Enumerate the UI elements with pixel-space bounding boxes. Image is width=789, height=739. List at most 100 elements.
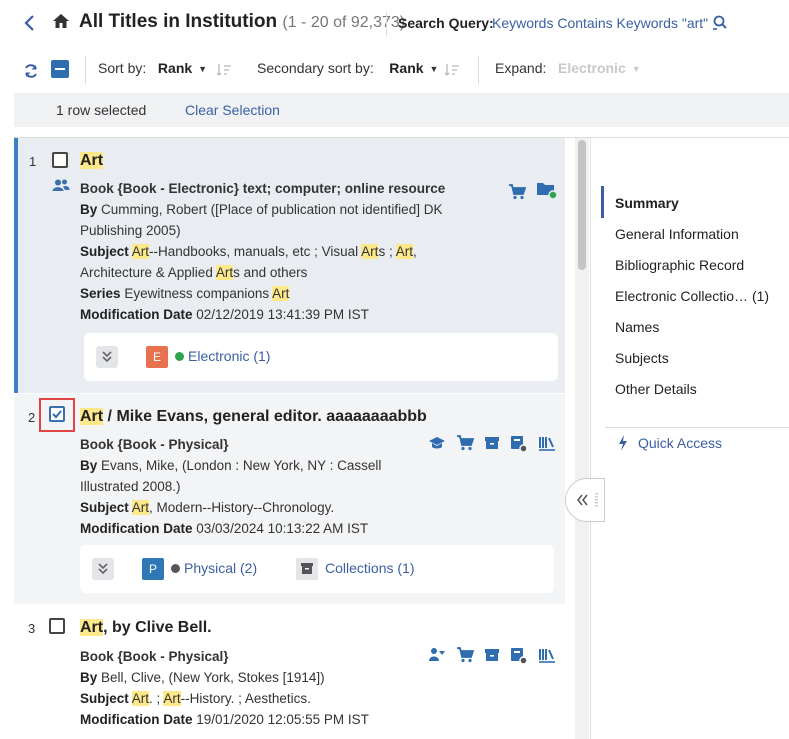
expand-label: Expand: — [495, 60, 547, 76]
modification-label: Modification Date — [80, 521, 193, 536]
expand[interactable]: Expand: Electronic ▼ — [495, 60, 641, 84]
result-subject: Subject Art--Handbooks, manuals, etc ; V… — [80, 244, 417, 259]
chevron-down-icon: ▼ — [429, 64, 439, 74]
modification-value: 19/01/2020 12:05:55 PM IST — [196, 712, 369, 727]
divider — [605, 427, 789, 428]
folder-available-icon[interactable] — [536, 180, 558, 200]
deselect-all-checkbox[interactable] — [51, 60, 69, 78]
modification-label: Modification Date — [80, 307, 193, 322]
subject-label: Subject — [80, 244, 129, 259]
graduation-cap-icon[interactable] — [428, 435, 446, 451]
results-scrollbar[interactable] — [575, 138, 589, 739]
row-checkbox[interactable] — [49, 406, 65, 422]
result-number: 1 — [29, 154, 37, 169]
result-title[interactable]: Art — [80, 152, 104, 170]
result-type: Book {Book - Physical} — [80, 437, 229, 452]
search-query-label: Search Query: — [398, 15, 494, 31]
inventory-card: E Electronic (1) — [84, 333, 558, 381]
clear-selection-link[interactable]: Clear Selection — [185, 102, 280, 118]
collections-link[interactable]: Collections (1) — [325, 560, 414, 576]
divider — [85, 56, 86, 84]
row-checkbox[interactable] — [52, 152, 68, 168]
electronic-link[interactable]: Electronic (1) — [188, 348, 270, 364]
result-actions — [508, 180, 558, 203]
title-rest: / Mike Evans, general editor. aaaaaaaabb… — [103, 408, 427, 425]
selection-bar: 1 row selected Clear Selection — [14, 93, 789, 127]
expand-inventory-button[interactable] — [92, 558, 114, 580]
sort-by-value[interactable]: Rank — [158, 60, 192, 76]
electronic-badge: E — [146, 346, 168, 368]
sort-by-label: Sort by: — [98, 60, 147, 76]
series-value: Eyewitness companions — [124, 286, 270, 301]
result-author-cont: Publishing 2005) — [80, 223, 181, 238]
result-title[interactable]: Art / Mike Evans, general editor. aaaaaa… — [80, 408, 427, 426]
library-icon[interactable] — [538, 435, 556, 451]
library-icon[interactable] — [538, 647, 556, 663]
subject-rest: , Modern--History--Chronology. — [149, 500, 335, 515]
result-item[interactable]: 2 Art / Mike Evans, general editor. aaaa… — [14, 394, 565, 604]
result-title[interactable]: Art, by Clive Bell. — [80, 619, 212, 637]
page-title: All Titles in Institution (1 - 20 of 92,… — [79, 11, 405, 33]
cart-icon[interactable] — [456, 647, 474, 663]
sort-direction-icon[interactable] — [216, 63, 232, 77]
cart-icon[interactable] — [456, 435, 474, 451]
subject-highlight: Art — [131, 500, 150, 515]
quick-access-link[interactable]: Quick Access — [638, 435, 722, 451]
scrollbar-thumb[interactable] — [578, 140, 586, 270]
nav-names[interactable]: Names — [615, 319, 659, 335]
result-subject-cont: Architecture & Applied Arts and others — [80, 265, 308, 280]
header: All Titles in Institution (1 - 20 of 92,… — [0, 0, 789, 48]
secondary-sort-by[interactable]: Secondary sort by: Rank ▼ — [257, 60, 438, 84]
series-highlight: Art — [272, 286, 290, 301]
row-checkbox[interactable] — [49, 618, 65, 634]
active-indicator — [601, 186, 604, 218]
author-value: Evans, Mike, (London : New York, NY : Ca… — [101, 458, 382, 473]
nav-general-information[interactable]: General Information — [615, 226, 739, 242]
result-subject: Subject Art, Modern--History--Chronology… — [80, 497, 334, 518]
modification-value: 02/12/2019 13:41:39 PM IST — [196, 307, 369, 322]
request-icon[interactable] — [428, 647, 446, 663]
result-modification: Modification Date 03/03/2024 10:13:22 AM… — [80, 518, 368, 539]
collections-icon — [296, 558, 318, 580]
nav-subjects[interactable]: Subjects — [615, 350, 669, 366]
inventory-card: P Physical (2) Collections (1) — [80, 545, 554, 593]
modification-label: Modification Date — [80, 712, 193, 727]
nav-bibliographic-record[interactable]: Bibliographic Record — [615, 257, 744, 273]
nav-summary[interactable]: Summary — [615, 195, 679, 211]
expand-inventory-button[interactable] — [96, 346, 118, 368]
author-label: By — [80, 670, 98, 685]
author-label: By — [80, 202, 98, 217]
cart-icon[interactable] — [508, 184, 527, 200]
double-chevron-down-icon — [98, 563, 108, 575]
expand-value[interactable]: Electronic — [558, 60, 626, 76]
home-icon[interactable] — [52, 12, 70, 30]
nav-other-details[interactable]: Other Details — [615, 381, 697, 397]
sort-direction-icon[interactable] — [444, 63, 460, 77]
nav-electronic-collections[interactable]: Electronic Collectio… (1) — [615, 288, 769, 304]
result-item[interactable]: 1 Art Book {Book - Electronic} text; com… — [14, 138, 565, 393]
page-title-text: All Titles in Institution — [79, 11, 278, 32]
result-item[interactable]: 3 Art, by Clive Bell. Book {Book - Physi… — [14, 605, 565, 739]
holdings-icon[interactable] — [510, 435, 528, 453]
subject-label: Subject — [80, 500, 129, 515]
result-subject: Subject Art. ; Art--History. ; Aesthetic… — [80, 691, 311, 706]
result-author-cont: Illustrated 2008.) — [80, 479, 181, 494]
sort-by[interactable]: Sort by: Rank ▼ — [98, 60, 207, 84]
double-chevron-left-icon — [577, 493, 598, 507]
archive-icon[interactable] — [484, 435, 500, 451]
secondary-sort-value[interactable]: Rank — [389, 60, 423, 76]
series-label: Series — [80, 286, 121, 301]
edit-search-icon[interactable] — [712, 15, 730, 31]
refresh-icon[interactable] — [23, 63, 39, 79]
result-author: By Bell, Clive, (New York, Stokes [1914]… — [80, 667, 325, 688]
collapse-panel-button[interactable] — [565, 478, 605, 522]
search-query-link[interactable]: Keywords Contains Keywords "art" — [492, 15, 708, 31]
holdings-icon[interactable] — [510, 647, 528, 665]
result-type: Book {Book - Physical} — [80, 649, 229, 664]
back-arrow-icon[interactable] — [22, 13, 38, 33]
checkmark-icon — [52, 410, 62, 419]
archive-icon[interactable] — [484, 647, 500, 663]
selection-status: 1 row selected — [56, 102, 147, 118]
physical-link[interactable]: Physical (2) — [184, 560, 257, 576]
title-rest: , by Clive Bell. — [103, 619, 212, 636]
